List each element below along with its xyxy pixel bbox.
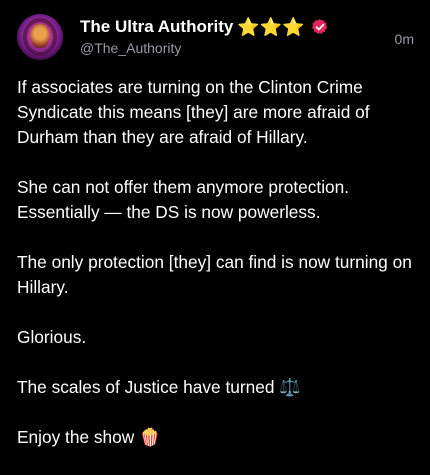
post-paragraph: The only protection [they] can find is n… — [17, 252, 412, 297]
author-handle[interactable]: @The_Authority — [80, 40, 181, 56]
avatar-face-shape — [31, 24, 49, 48]
post-body: If associates are turning on the Clinton… — [17, 75, 417, 475]
post-timestamp: 0m — [394, 31, 414, 47]
post-paragraph: She can not offer them anymore protectio… — [17, 177, 350, 222]
post-paragraph: Glorious. — [17, 327, 87, 347]
star-rating: ⭐⭐⭐ — [237, 17, 305, 37]
author-row: The Ultra Authority ⭐⭐⭐ — [80, 15, 329, 39]
author-name[interactable]: The Ultra Authority — [80, 17, 233, 37]
post-header: The Ultra Authority ⭐⭐⭐ @The_Authority 0… — [17, 14, 414, 60]
post-paragraph: Enjoy the show 🍿 — [17, 427, 161, 447]
post-paragraph: If associates are turning on the Clinton… — [17, 77, 370, 147]
avatar[interactable] — [17, 14, 63, 60]
verified-badge-icon — [311, 19, 327, 34]
post-paragraph: The scales of Justice have turned ⚖️ — [17, 377, 301, 397]
